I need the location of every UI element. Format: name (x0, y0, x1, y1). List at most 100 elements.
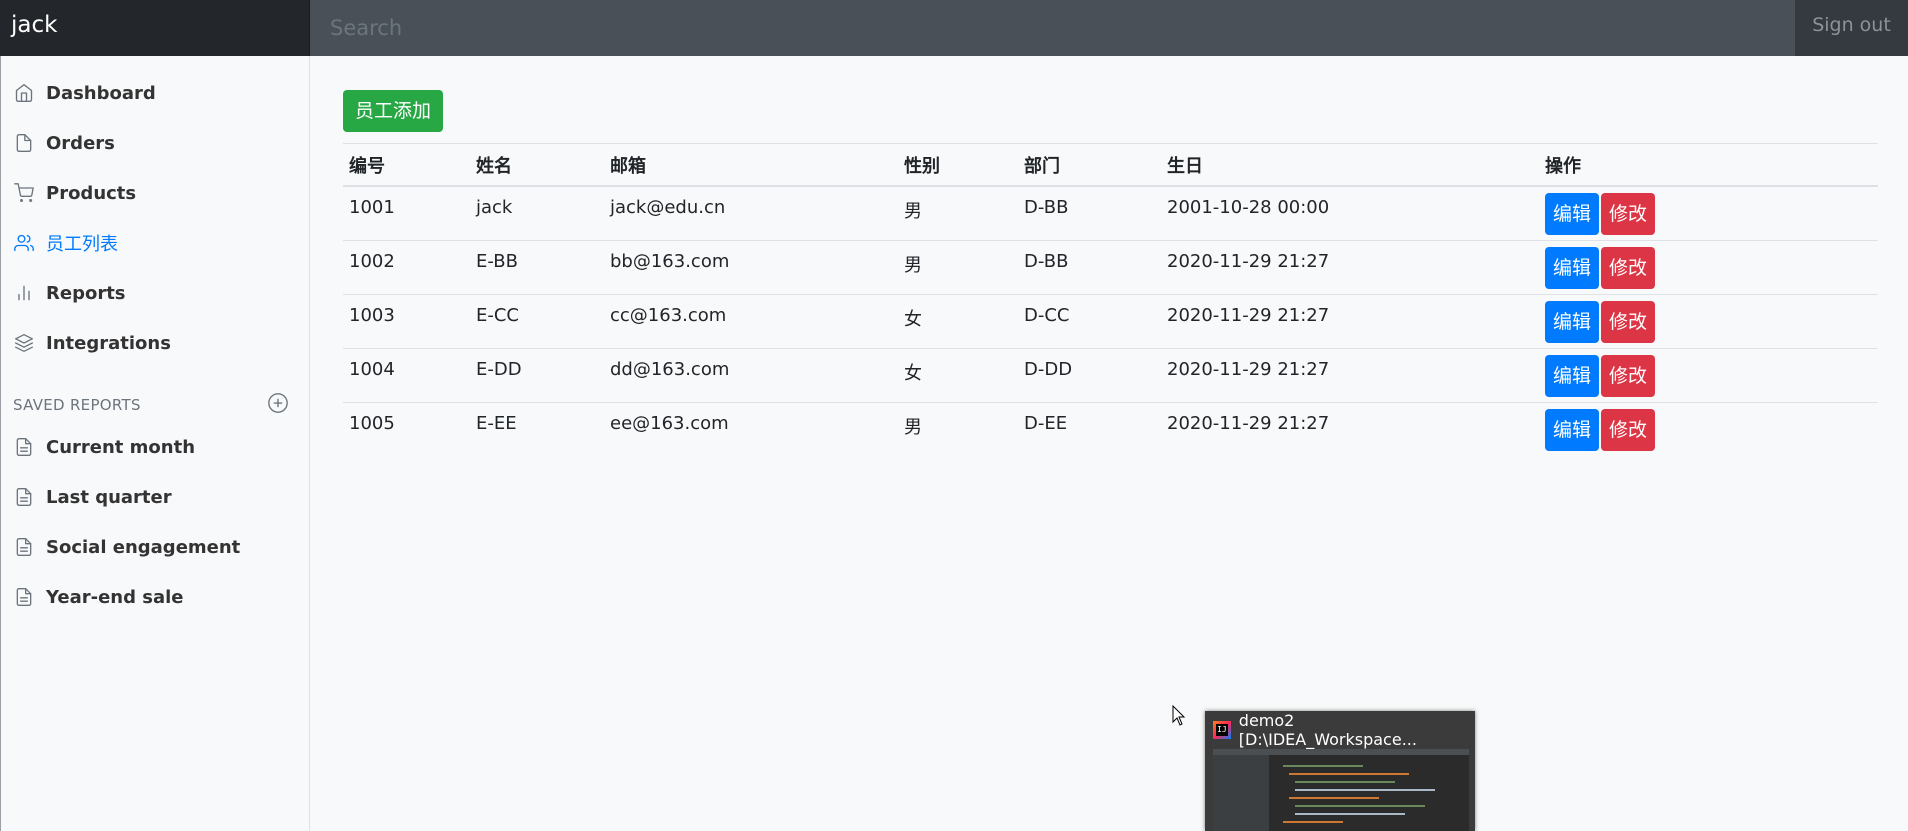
preview-title-bar: IJ demo2 [D:\IDEA_Workspace... (1205, 711, 1475, 749)
cell-email: cc@163.com (604, 293, 898, 348)
sign-out-link[interactable]: Sign out (1795, 0, 1908, 56)
add-employee-button[interactable]: 员工添加 (343, 90, 444, 132)
cell-gender: 男 (898, 401, 1018, 456)
table-row: 1004 E-DD dd@163.com 女 D-DD 2020-11-29 2… (343, 347, 1878, 402)
column-header-gender: 性别 (898, 143, 1018, 187)
cell-gender: 男 (898, 239, 1018, 294)
sidebar-item-label: Integrations (46, 332, 171, 354)
table-row: 1005 E-EE ee@163.com 男 D-EE 2020-11-29 2… (343, 401, 1878, 456)
saved-reports-heading: SAVED REPORTS (1, 388, 309, 422)
table-header-row: 编号 姓名 邮箱 性别 部门 生日 操作 (343, 143, 1878, 187)
sidebar-item-dashboard[interactable]: Dashboard (1, 68, 309, 118)
sidebar-item-label: Dashboard (46, 82, 156, 104)
employee-table: 编号 姓名 邮箱 性别 部门 生日 操作 1001 jack jack@edu.… (343, 143, 1878, 456)
cell-id: 1001 (343, 185, 470, 240)
edit-button[interactable]: 编辑 (1545, 408, 1600, 451)
search-input[interactable] (310, 0, 1795, 56)
cell-gender: 男 (898, 185, 1018, 240)
saved-report-current-month[interactable]: Current month (1, 422, 309, 472)
table-row: 1003 E-CC cc@163.com 女 D-CC 2020-11-29 2… (343, 293, 1878, 348)
edit-button[interactable]: 编辑 (1545, 300, 1600, 343)
cell-actions: 编辑 修改 (1539, 347, 1878, 402)
cell-birthday: 2020-11-29 21:27 (1161, 293, 1539, 348)
sidebar-item-orders[interactable]: Orders (1, 118, 309, 168)
bar-chart-icon (13, 282, 35, 304)
column-header-email: 邮箱 (604, 143, 898, 187)
cell-department: D-CC (1018, 293, 1161, 348)
column-header-department: 部门 (1018, 143, 1161, 187)
cell-actions: 编辑 修改 (1539, 401, 1878, 456)
file-text-icon (13, 586, 35, 608)
cell-birthday: 2020-11-29 21:27 (1161, 239, 1539, 294)
brand-link[interactable]: jack (0, 0, 310, 56)
cell-gender: 女 (898, 293, 1018, 348)
saved-reports-list: Current month Last quarter Social engage… (1, 422, 309, 622)
cell-department: D-DD (1018, 347, 1161, 402)
sidebar-item-reports[interactable]: Reports (1, 268, 309, 318)
modify-button[interactable]: 修改 (1601, 193, 1656, 235)
cell-name: jack (470, 185, 604, 240)
sidebar-item-label: Products (46, 182, 137, 204)
cell-birthday: 2020-11-29 21:27 (1161, 401, 1539, 456)
preview-title: demo2 [D:\IDEA_Workspace... (1238, 711, 1417, 749)
plus-circle-icon[interactable] (267, 392, 289, 418)
cell-id: 1003 (343, 293, 470, 348)
cell-id: 1005 (343, 401, 470, 456)
saved-report-label: Last quarter (46, 486, 172, 508)
saved-report-year-end-sale[interactable]: Year-end sale (1, 572, 309, 622)
cell-department: D-BB (1018, 239, 1161, 294)
sidebar-item-label: 员工列表 (46, 234, 118, 255)
saved-report-label: Social engagement (46, 536, 241, 558)
saved-report-last-quarter[interactable]: Last quarter (1, 472, 309, 522)
column-header-actions: 操作 (1539, 143, 1878, 187)
sidebar-item-integrations[interactable]: Integrations (1, 318, 309, 368)
column-header-name: 姓名 (470, 143, 604, 187)
shopping-cart-icon (13, 182, 35, 204)
cell-id: 1004 (343, 347, 470, 402)
cell-email: ee@163.com (604, 401, 898, 456)
cell-actions: 编辑 修改 (1539, 239, 1878, 294)
cell-birthday: 2001-10-28 00:00 (1161, 185, 1539, 240)
table-row: 1001 jack jack@edu.cn 男 D-BB 2001-10-28 … (343, 185, 1878, 240)
sidebar: Dashboard Orders Products 员工列表 Reports I… (0, 56, 310, 831)
cell-department: D-BB (1018, 185, 1161, 240)
saved-report-label: Current month (46, 436, 196, 458)
layers-icon (13, 332, 35, 354)
saved-reports-title: SAVED REPORTS (13, 396, 141, 414)
edit-button[interactable]: 编辑 (1545, 246, 1600, 289)
file-text-icon (13, 486, 35, 508)
cell-email: jack@edu.cn (604, 185, 898, 240)
top-navbar: jack Sign out (0, 0, 1908, 56)
cell-name: E-BB (470, 239, 604, 294)
cell-department: D-EE (1018, 401, 1161, 456)
edit-button[interactable]: 编辑 (1545, 354, 1600, 397)
sidebar-nav: Dashboard Orders Products 员工列表 Reports I… (1, 68, 309, 368)
modify-button[interactable]: 修改 (1601, 300, 1656, 343)
sidebar-item-products[interactable]: Products (1, 168, 309, 218)
column-header-id: 编号 (343, 143, 470, 187)
modify-button[interactable]: 修改 (1601, 408, 1656, 451)
file-icon (13, 132, 35, 154)
sidebar-item-employee-list[interactable]: 员工列表 (1, 218, 309, 268)
cell-gender: 女 (898, 347, 1018, 402)
cell-actions: 编辑 修改 (1539, 185, 1878, 240)
users-icon (13, 232, 35, 254)
cell-name: E-CC (470, 293, 604, 348)
saved-report-social-engagement[interactable]: Social engagement (1, 522, 309, 572)
cell-actions: 编辑 修改 (1539, 293, 1878, 348)
preview-thumbnail (1213, 749, 1469, 831)
edit-button[interactable]: 编辑 (1545, 193, 1600, 235)
table-row: 1002 E-BB bb@163.com 男 D-BB 2020-11-29 2… (343, 239, 1878, 294)
cell-id: 1002 (343, 239, 470, 294)
modify-button[interactable]: 修改 (1601, 354, 1656, 397)
file-text-icon (13, 536, 35, 558)
taskbar-window-preview[interactable]: IJ demo2 [D:\IDEA_Workspace... (1205, 711, 1475, 831)
sidebar-item-label: Reports (46, 282, 126, 304)
file-text-icon (13, 436, 35, 458)
intellij-idea-icon: IJ (1213, 721, 1231, 739)
cell-name: E-DD (470, 347, 604, 402)
modify-button[interactable]: 修改 (1601, 246, 1656, 289)
mouse-cursor-icon (1172, 705, 1186, 726)
cell-email: dd@163.com (604, 347, 898, 402)
sidebar-item-label: Orders (46, 132, 115, 154)
